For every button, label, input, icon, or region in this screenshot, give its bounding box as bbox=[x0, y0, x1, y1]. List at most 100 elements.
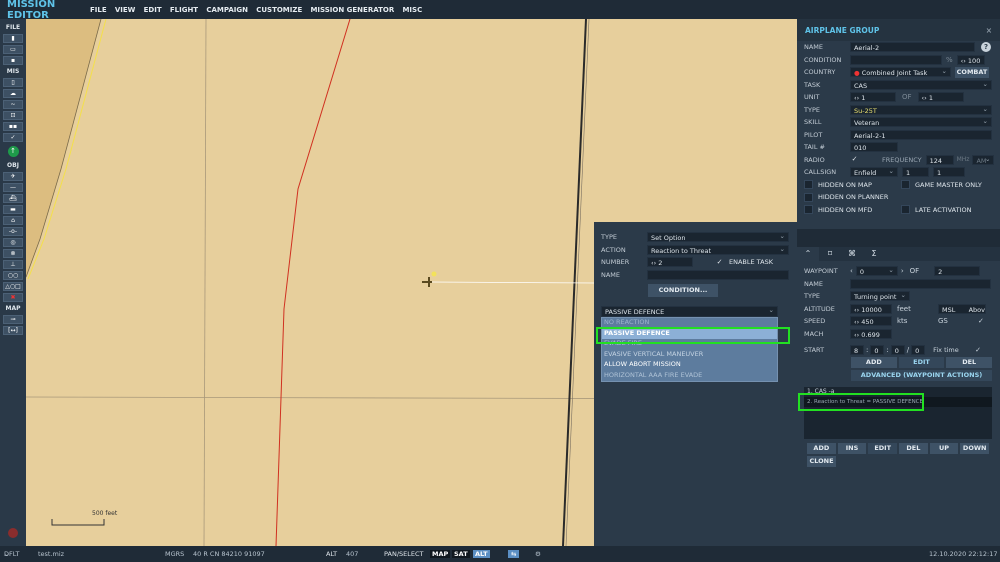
fly-mission-icon[interactable]: ↑ bbox=[7, 146, 19, 157]
settings-icon[interactable]: ⚙ bbox=[535, 550, 541, 558]
skill-select[interactable]: Veteran bbox=[850, 116, 992, 128]
waypoint-edit-button[interactable]: EDIT bbox=[898, 356, 945, 368]
hidden-on-map-checkbox[interactable] bbox=[804, 180, 813, 190]
delete-icon[interactable]: ✖ bbox=[3, 293, 23, 302]
unit-stepper[interactable]: ‹› 1 bbox=[850, 92, 896, 103]
menu-customize[interactable]: CUSTOMIZE bbox=[256, 6, 302, 14]
vehicle-icon[interactable]: ▬ bbox=[3, 205, 23, 214]
condition-button[interactable]: CONDITION... bbox=[648, 284, 718, 297]
prev-waypoint-icon[interactable]: ‹ bbox=[850, 267, 853, 275]
weather-icon[interactable]: ☁ bbox=[3, 89, 23, 98]
shapes-icon[interactable]: △○□ bbox=[3, 282, 23, 291]
tab-route-icon[interactable]: ⌃ bbox=[797, 247, 819, 261]
gs-checkbox[interactable]: ✓ bbox=[978, 317, 984, 325]
save-file-icon[interactable]: ▪ bbox=[3, 56, 23, 65]
aircraft-type-select[interactable]: Su-25T bbox=[850, 104, 992, 115]
nav-points-icon[interactable]: ○○ bbox=[3, 271, 23, 280]
help-icon[interactable]: ? bbox=[981, 42, 991, 53]
start-hour[interactable]: 0 bbox=[870, 345, 885, 356]
country-select[interactable]: ● Combined Joint Task Forces bbox=[850, 66, 951, 87]
reaction-select[interactable]: PASSIVE DEFENCE bbox=[601, 305, 778, 317]
waypoint-del-button[interactable]: DEL bbox=[946, 356, 993, 368]
pan-select-mode[interactable]: PAN/SELECT bbox=[384, 550, 423, 558]
menu-edit[interactable]: EDIT bbox=[144, 6, 162, 14]
tail-number-input[interactable]: 010 bbox=[850, 142, 898, 153]
late-activation-checkbox[interactable] bbox=[901, 205, 910, 215]
game-master-only-checkbox[interactable] bbox=[901, 180, 910, 190]
briefing-icon[interactable]: ▯ bbox=[3, 78, 23, 87]
option-horizontal-aaa[interactable]: HORIZONTAL AAA FIRE EVADE bbox=[602, 371, 777, 382]
menu-campaign[interactable]: CAMPAIGN bbox=[206, 6, 248, 14]
menu-misc[interactable]: MISC bbox=[402, 6, 422, 14]
waypoint-select[interactable]: 0 bbox=[855, 265, 898, 277]
radio-checkbox[interactable]: ✓ bbox=[850, 155, 859, 164]
task-select[interactable]: CAS bbox=[850, 79, 992, 90]
condition-input[interactable] bbox=[850, 54, 942, 65]
pilot-input[interactable]: Aerial-2-1 bbox=[850, 129, 992, 140]
map-layers-icon[interactable]: ⇆ bbox=[508, 550, 520, 558]
record-icon[interactable] bbox=[8, 528, 18, 538]
altitude-reference-select[interactable]: MSL Abov bbox=[938, 303, 986, 314]
hidden-on-planner-checkbox[interactable] bbox=[804, 192, 813, 202]
callsign-select[interactable]: Enfield bbox=[850, 166, 898, 178]
callsign-number-2[interactable]: 1 bbox=[933, 167, 965, 178]
action-clone-button[interactable]: CLONE bbox=[807, 455, 836, 467]
waypoint-type-select[interactable]: Turning point bbox=[850, 290, 910, 302]
alt-mode-button[interactable]: ALT bbox=[473, 550, 490, 558]
zone-icon[interactable]: ⊗ bbox=[3, 249, 23, 258]
number-stepper[interactable]: ‹› 2 bbox=[647, 257, 693, 268]
airfield-icon[interactable]: ⊥ bbox=[3, 260, 23, 269]
action-add-button[interactable]: ADD bbox=[807, 442, 836, 454]
action-type-select[interactable]: Set Option bbox=[647, 231, 789, 243]
coord-system[interactable]: MGRS bbox=[165, 550, 184, 558]
waypoint-name-input[interactable] bbox=[850, 278, 991, 289]
tab-payload-icon[interactable]: ⌘ bbox=[841, 247, 863, 261]
menu-view[interactable]: VIEW bbox=[115, 6, 136, 14]
modulation-select[interactable]: AM bbox=[972, 154, 995, 165]
option-allow-abort[interactable]: ALLOW ABORT MISSION bbox=[602, 360, 777, 371]
group-name-input[interactable]: Aerial-2 bbox=[850, 42, 975, 53]
tab-summary-icon[interactable]: Σ bbox=[863, 247, 885, 261]
trigger-zone-icon[interactable]: ⊡ bbox=[3, 111, 23, 120]
mach-stepper[interactable]: ‹› 0.699 bbox=[850, 328, 892, 339]
fix-time-checkbox[interactable]: ✓ bbox=[975, 346, 981, 354]
start-day[interactable]: 8 bbox=[850, 345, 864, 356]
next-waypoint-icon[interactable]: › bbox=[901, 267, 904, 275]
profile-select[interactable]: DFLT ⌄ bbox=[4, 550, 19, 558]
ship-icon[interactable]: ⛴ bbox=[3, 194, 23, 203]
map-mode-button[interactable]: MAP bbox=[430, 550, 451, 558]
static-object-icon[interactable]: ⌂ bbox=[3, 216, 23, 225]
target-icon[interactable]: ◎ bbox=[3, 238, 23, 247]
callsign-number-1[interactable]: 1 bbox=[902, 167, 929, 178]
check-icon[interactable]: ✓ bbox=[3, 133, 23, 142]
menu-file[interactable]: FILE bbox=[90, 6, 107, 14]
unit-count-stepper[interactable]: ‹› 1 bbox=[917, 92, 964, 103]
action-down-button[interactable]: DOWN bbox=[960, 442, 990, 454]
action-name-input[interactable] bbox=[647, 269, 789, 280]
triggers-icon[interactable]: ~ bbox=[3, 100, 23, 109]
start-minute[interactable]: 0 bbox=[890, 345, 905, 356]
option-evasive-vertical[interactable]: EVASIVE VERTICAL MANEUVER bbox=[602, 350, 777, 361]
action-del-button[interactable]: DEL bbox=[899, 442, 928, 454]
action-ins-button[interactable]: INS bbox=[837, 442, 867, 454]
new-file-icon[interactable]: ▮ bbox=[3, 34, 23, 43]
action-up-button[interactable]: UP bbox=[929, 442, 959, 454]
helicopter-icon[interactable]: — bbox=[3, 183, 23, 192]
enable-task-checkbox[interactable]: ✓ bbox=[715, 258, 724, 267]
resource-icon[interactable]: ▪▪ bbox=[3, 122, 23, 131]
template-icon[interactable]: -o- bbox=[3, 227, 23, 236]
action-edit-button[interactable]: EDIT bbox=[868, 442, 898, 454]
ruler-icon[interactable]: ⊸ bbox=[3, 315, 23, 324]
start-second[interactable]: 0 bbox=[911, 345, 926, 356]
speed-stepper[interactable]: ‹› 450 bbox=[850, 316, 892, 327]
menu-flight[interactable]: FLIGHT bbox=[170, 6, 198, 14]
tab-targets-icon[interactable]: ⌑ bbox=[819, 247, 841, 261]
advanced-waypoint-actions-button[interactable]: ADVANCED (WAYPOINT ACTIONS) bbox=[851, 369, 992, 381]
close-icon[interactable]: × bbox=[986, 26, 992, 35]
menu-mission-generator[interactable]: MISSION GENERATOR bbox=[310, 6, 394, 14]
airplane-icon[interactable]: ✈ bbox=[3, 172, 23, 181]
frequency-input[interactable]: 124 bbox=[925, 154, 954, 165]
hidden-on-mfd-checkbox[interactable] bbox=[804, 205, 813, 215]
combat-button[interactable]: COMBAT bbox=[955, 66, 989, 78]
altitude-stepper[interactable]: ‹› 10000 bbox=[850, 303, 892, 314]
